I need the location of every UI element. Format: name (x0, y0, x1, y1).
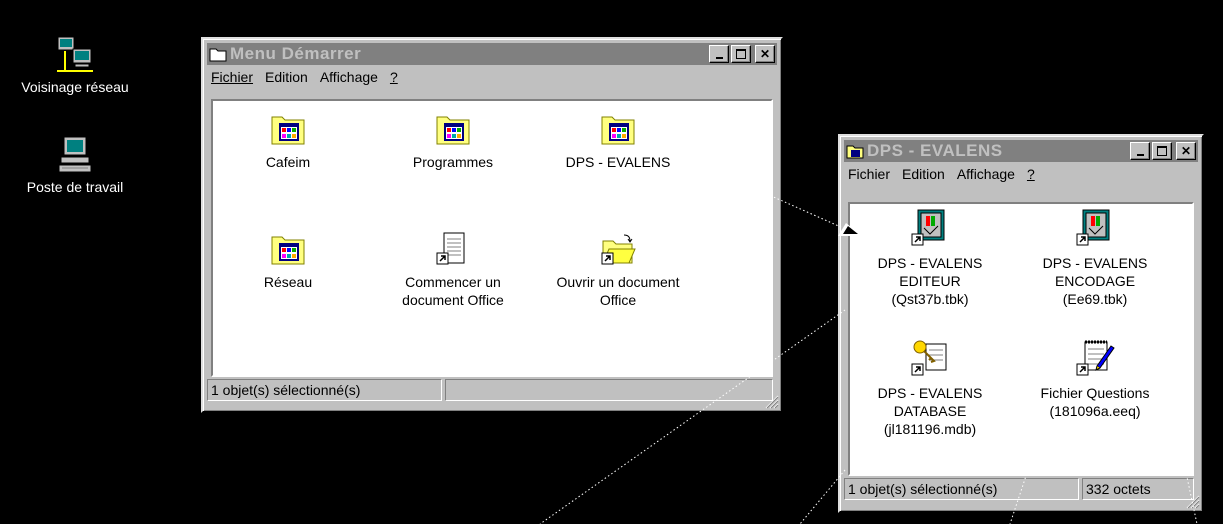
callout-line (539, 309, 846, 524)
annotation-lines (539, 149, 1198, 524)
callout-line (667, 149, 853, 233)
callout-line (1152, 317, 1198, 524)
callout-line (799, 469, 846, 524)
callout-line (1009, 454, 1034, 524)
